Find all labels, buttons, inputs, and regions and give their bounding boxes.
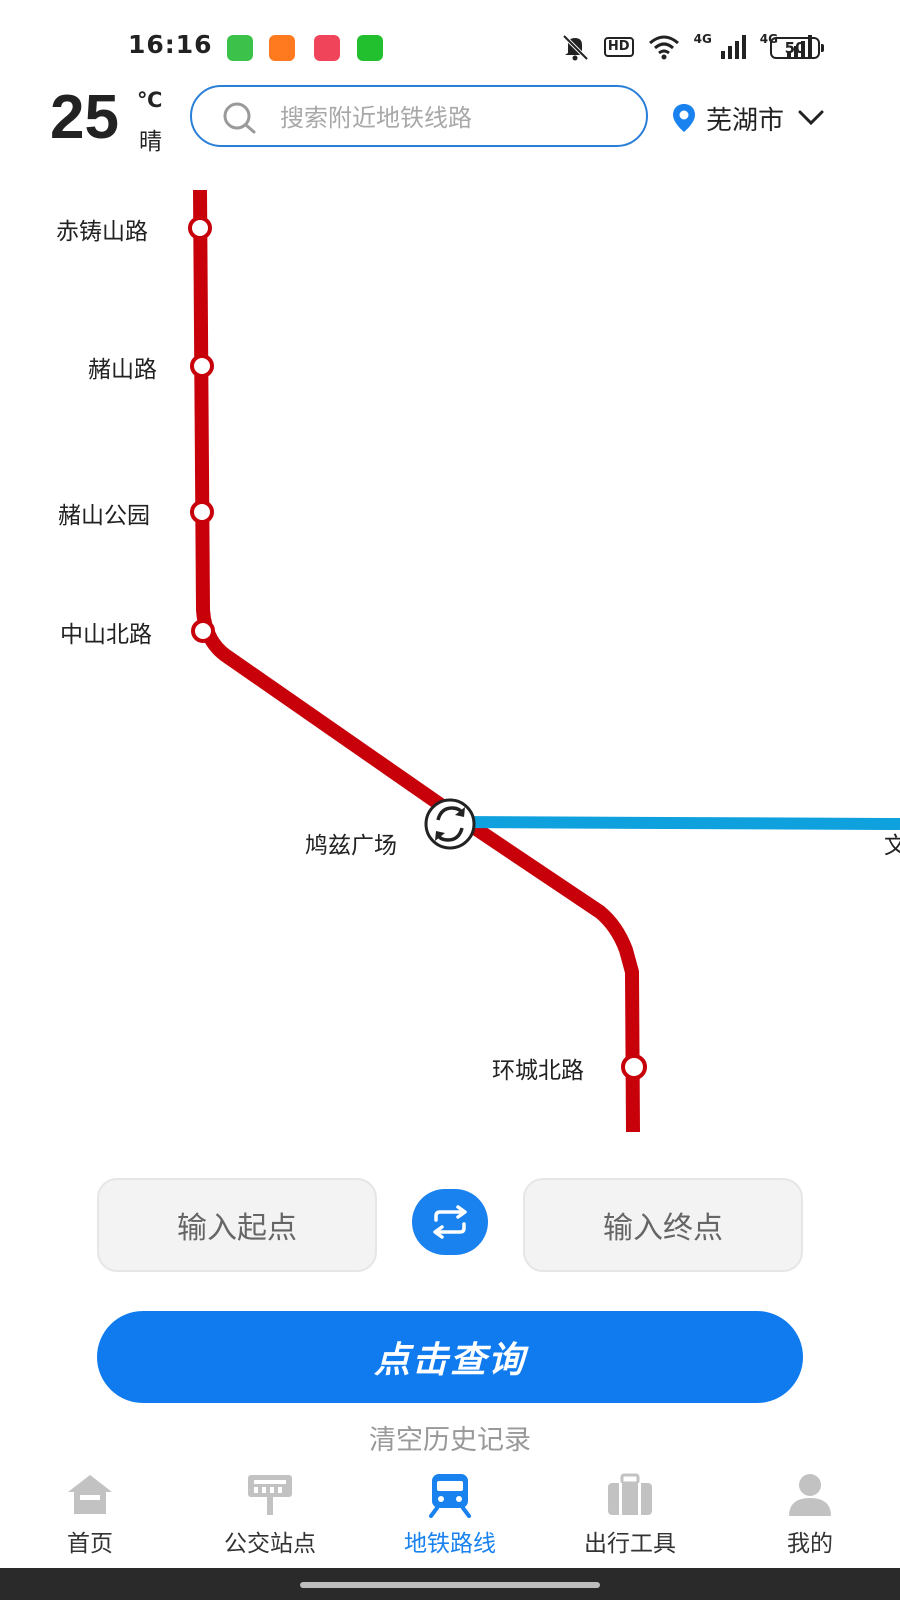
location-pin-icon [673,104,695,132]
nav-label: 首页 [67,1531,113,1557]
end-point-input[interactable]: 输入终点 [523,1178,803,1272]
station-label[interactable]: 鸠兹广场 [305,826,397,860]
weather-unit: ℃ [137,88,163,112]
subway-icon [429,1474,471,1518]
station-label[interactable]: 赤铸山路 [56,212,148,246]
start-point-input[interactable]: 输入起点 [97,1178,377,1272]
nav-label: 地铁路线 [404,1531,496,1557]
nav-item-travel-tools[interactable]: 出行工具 [540,1462,720,1568]
search-icon [223,102,256,134]
station-marker-zheshangongyuan[interactable] [190,500,214,524]
city-name: 芜湖市 [706,105,785,136]
nav-item-home[interactable]: 首页 [0,1462,180,1568]
nav-item-profile[interactable]: 我的 [720,1462,900,1568]
wifi-icon [648,35,679,60]
home-indicator[interactable] [300,1582,600,1588]
home-icon [68,1475,112,1514]
swap-icon [433,1205,467,1239]
query-button[interactable]: 点击查询 [97,1311,803,1403]
nav-item-subway-routes[interactable]: 地铁路线 [360,1462,540,1568]
end-point-placeholder: 输入终点 [603,1211,723,1246]
mute-icon [562,34,589,61]
wechat-app-icon [357,35,383,61]
swap-button[interactable] [412,1189,488,1255]
city-selector[interactable]: 芜湖市 [672,98,824,138]
station-marker-chizhushanlu[interactable] [188,216,212,240]
station-label[interactable]: 赭山路 [88,350,157,384]
video-app-icon [314,35,340,61]
hd-badge: HD [603,37,634,57]
network-type-label: 4G [693,32,712,46]
search-box[interactable] [190,85,648,147]
start-point-placeholder: 输入起点 [177,1211,297,1246]
bottom-nav: 首页 公交站点 地铁路线 出行工具 我的 [0,1462,900,1568]
signal-icon [720,35,746,59]
nav-label: 出行工具 [584,1531,676,1557]
search-input[interactable] [278,99,622,137]
station-marker-huanchengbeilu[interactable] [621,1054,647,1080]
chevron-down-icon [798,110,824,126]
line-1-track [193,189,640,1133]
line-2-track [451,816,900,830]
user-icon [789,1474,831,1516]
suitcase-icon [608,1473,652,1515]
messages-app-icon [227,35,253,61]
status-bar: 16:16 HD 4G 4G 50 [0,0,900,90]
subway-map-canvas[interactable] [0,160,900,1150]
status-time: 16:16 [128,30,213,59]
station-label[interactable]: 文 [884,826,900,860]
clear-history-link[interactable]: 清空历史记录 [0,1418,900,1457]
bus-stop-icon [248,1475,292,1515]
station-label[interactable]: 赭山公园 [58,496,150,530]
nav-label: 公交站点 [224,1531,316,1557]
station-label[interactable]: 环城北路 [492,1051,584,1085]
nav-item-bus-stops[interactable]: 公交站点 [180,1462,360,1568]
subway-map[interactable]: 赤铸山路 赭山路 赭山公园 中山北路 鸠兹广场 环城北路 文 [0,160,900,1150]
weather-temperature: 25 [50,83,119,152]
station-marker-zhongshanbeilu[interactable] [191,619,215,643]
weather-condition: 晴 [139,129,162,155]
station-label[interactable]: 中山北路 [60,615,152,649]
transfer-station-icon[interactable] [424,798,476,850]
battery-indicator: 50 [770,37,824,59]
nav-label: 我的 [787,1531,833,1557]
camera-app-icon [269,35,295,61]
station-marker-zheshanlu[interactable] [190,354,214,378]
